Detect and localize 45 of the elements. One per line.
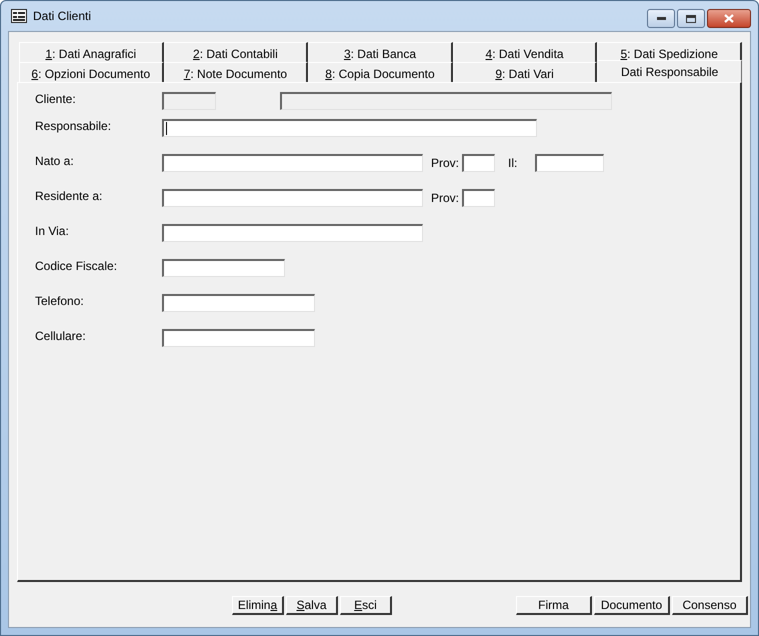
tab[interactable]: 6: Opzioni Documento bbox=[19, 62, 164, 82]
tab[interactable]: Dati Responsabile bbox=[597, 60, 742, 82]
input-field[interactable] bbox=[162, 154, 423, 172]
close-button[interactable] bbox=[707, 9, 751, 28]
action-button[interactable]: Documento bbox=[594, 596, 670, 615]
field-label: Prov: bbox=[431, 191, 460, 205]
input-field[interactable] bbox=[162, 224, 423, 242]
maximize-button[interactable] bbox=[677, 9, 705, 28]
maximize-icon bbox=[686, 14, 696, 22]
field-label: Cellulare: bbox=[35, 329, 87, 343]
action-button[interactable]: Elimina bbox=[232, 596, 284, 615]
input-field[interactable] bbox=[162, 119, 537, 137]
tab[interactable]: 3: Dati Banca bbox=[308, 42, 453, 62]
close-icon bbox=[724, 14, 734, 23]
action-button[interactable]: Consenso bbox=[672, 596, 748, 615]
input-field[interactable] bbox=[162, 259, 285, 277]
field-label: Nato a: bbox=[35, 154, 75, 168]
field-label: Residente a: bbox=[35, 189, 104, 203]
minimize-icon bbox=[656, 17, 666, 20]
action-button[interactable]: Esci bbox=[340, 596, 392, 615]
input-field[interactable] bbox=[462, 189, 496, 207]
input-field[interactable] bbox=[162, 294, 315, 312]
minimize-button[interactable] bbox=[647, 9, 675, 28]
input-field[interactable] bbox=[535, 154, 604, 172]
tab[interactable]: 4: Dati Vendita bbox=[452, 42, 598, 62]
input-field[interactable] bbox=[462, 154, 496, 172]
tab[interactable]: 7: Note Documento bbox=[164, 62, 308, 82]
tab[interactable]: 8: Copia Documento bbox=[308, 62, 453, 82]
tab[interactable]: 9: Dati Vari bbox=[452, 62, 598, 82]
field-label: Codice Fiscale: bbox=[35, 259, 118, 273]
input-field[interactable] bbox=[162, 189, 423, 207]
field-label: Telefono: bbox=[35, 294, 85, 308]
field-label: Prov: bbox=[431, 156, 460, 170]
action-button[interactable]: Salva bbox=[286, 596, 338, 615]
tab[interactable]: 1: Dati Anagrafici bbox=[19, 42, 164, 62]
field-label: Cliente: bbox=[35, 92, 77, 106]
form-icon bbox=[11, 9, 27, 23]
field-label: Responsabile: bbox=[35, 119, 112, 133]
window-title: Dati Clienti bbox=[33, 9, 92, 23]
field-label: Il: bbox=[508, 156, 518, 170]
tab[interactable]: 2: Dati Contabili bbox=[164, 42, 308, 62]
input-field[interactable] bbox=[162, 329, 315, 347]
action-button[interactable]: Firma bbox=[516, 596, 592, 615]
field-label: In Via: bbox=[35, 224, 70, 238]
tab[interactable]: 5: Dati Spedizione bbox=[597, 42, 742, 62]
